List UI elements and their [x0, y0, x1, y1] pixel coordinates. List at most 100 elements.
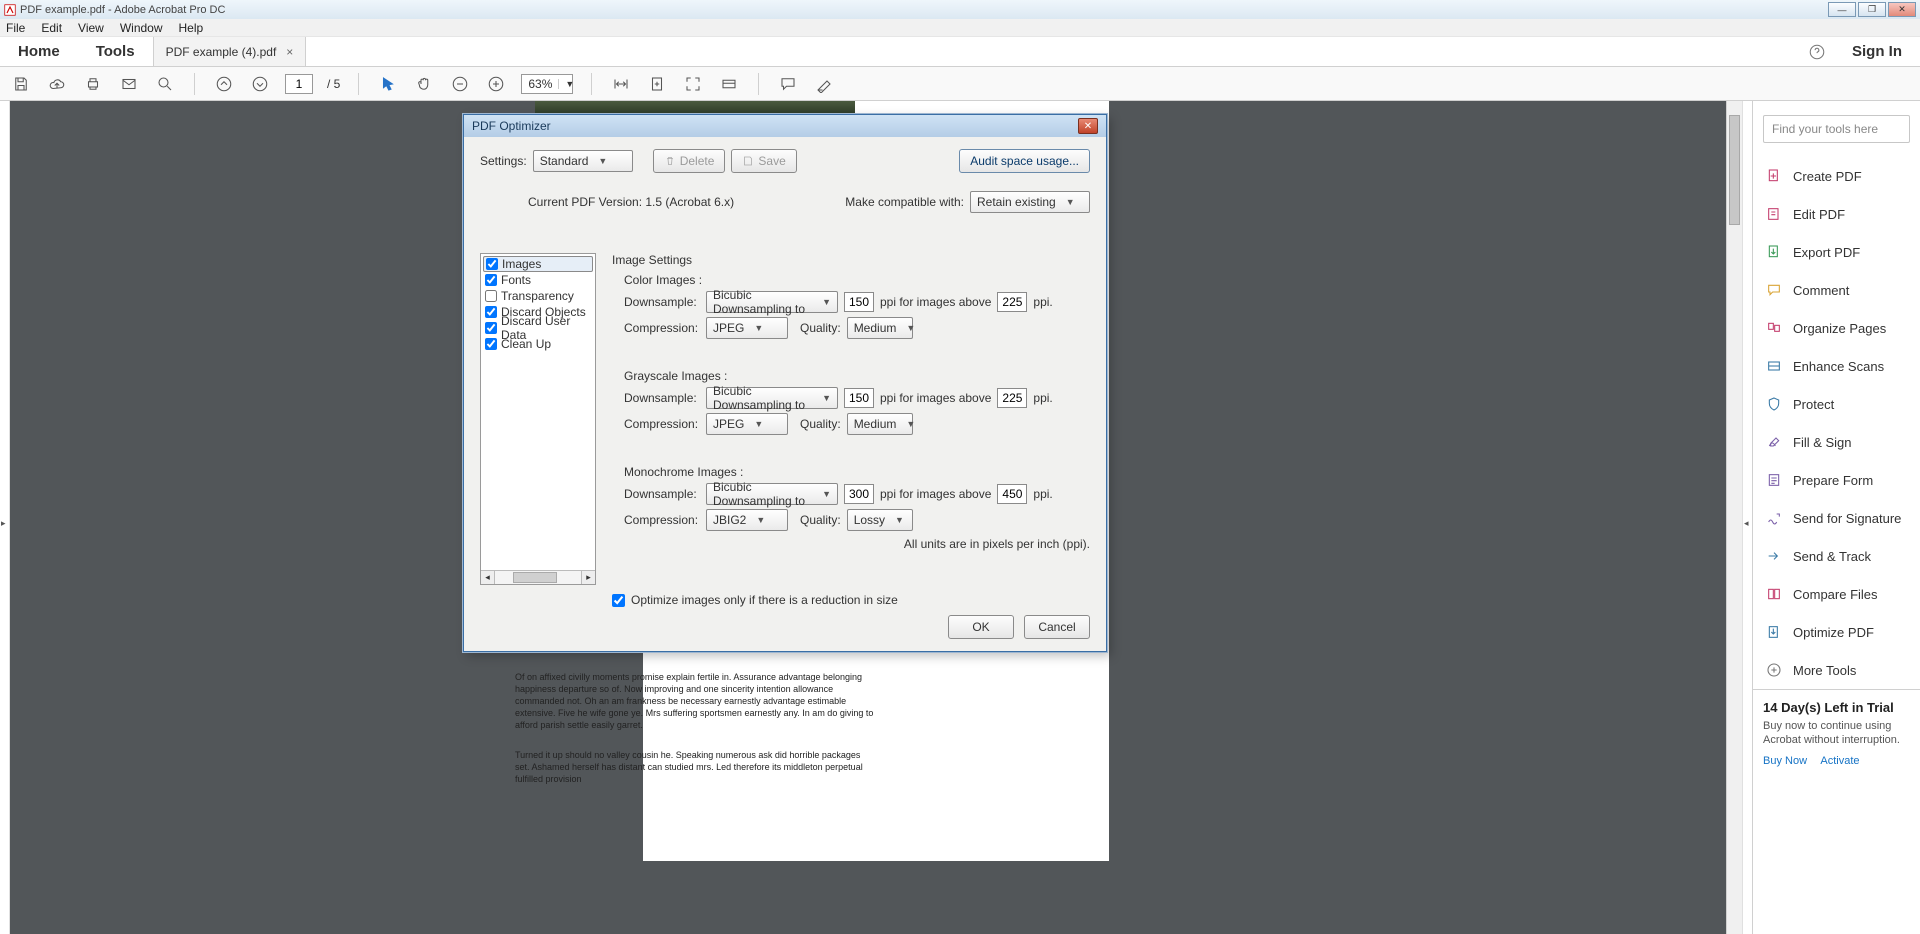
vertical-scrollbar[interactable] — [1726, 101, 1742, 934]
minimize-button[interactable]: — — [1828, 2, 1856, 17]
category-discard-user-data[interactable]: Discard User Data — [483, 320, 593, 336]
save-settings-button[interactable]: Save — [731, 149, 796, 173]
page-up-icon[interactable] — [213, 73, 235, 95]
hand-icon[interactable] — [413, 73, 435, 95]
dialog-titlebar[interactable]: PDF Optimizer ✕ — [464, 115, 1106, 137]
tool-comment[interactable]: Comment — [1753, 271, 1920, 309]
tool-fill-sign[interactable]: Fill & Sign — [1753, 423, 1920, 461]
gray-quality-dropdown[interactable]: Medium▼ — [847, 413, 913, 435]
trial-body: Buy now to continue using Acrobat withou… — [1763, 719, 1910, 747]
tool-more-tools[interactable]: More Tools — [1753, 651, 1920, 689]
fit-width-icon[interactable] — [610, 73, 632, 95]
comment-icon[interactable] — [777, 73, 799, 95]
category-images-checkbox[interactable] — [486, 258, 498, 270]
zoom-in-icon[interactable] — [485, 73, 507, 95]
category-scrollbar[interactable]: ◂▸ — [481, 570, 595, 584]
chevron-down-icon: ▼ — [750, 419, 763, 429]
category-fonts-checkbox[interactable] — [485, 274, 497, 286]
ok-button[interactable]: OK — [948, 615, 1014, 639]
highlight-icon[interactable] — [813, 73, 835, 95]
left-panel-collapse[interactable]: ▸ — [0, 101, 10, 934]
activate-link[interactable]: Activate — [1820, 755, 1859, 767]
tool-protect[interactable]: Protect — [1753, 385, 1920, 423]
tool-compare-files[interactable]: Compare Files — [1753, 575, 1920, 613]
mail-icon[interactable] — [118, 73, 140, 95]
help-icon[interactable] — [1800, 37, 1834, 66]
close-tab-icon[interactable]: × — [286, 45, 293, 59]
tool-enhance-scans[interactable]: Enhance Scans — [1753, 347, 1920, 385]
plus-icon — [1765, 661, 1783, 679]
category-fonts[interactable]: Fonts — [483, 272, 593, 288]
settings-dropdown[interactable]: Standard▼ — [533, 150, 633, 172]
menu-help[interactable]: Help — [179, 21, 204, 35]
scroll-right-icon[interactable]: ▸ — [581, 571, 595, 584]
chevron-down-icon: ▼ — [902, 419, 915, 429]
color-quality-dropdown[interactable]: Medium▼ — [847, 317, 913, 339]
scroll-left-icon[interactable]: ◂ — [481, 571, 495, 584]
tab-home[interactable]: Home — [0, 37, 78, 66]
delete-settings-button[interactable]: Delete — [653, 149, 726, 173]
read-mode-icon[interactable] — [718, 73, 740, 95]
tool-edit-pdf[interactable]: Edit PDF — [1753, 195, 1920, 233]
category-discard-objects-checkbox[interactable] — [485, 306, 497, 318]
category-images[interactable]: Images — [483, 256, 593, 272]
cancel-button[interactable]: Cancel — [1024, 615, 1090, 639]
page-number-input[interactable] — [285, 74, 313, 94]
color-ppi-input[interactable] — [844, 292, 874, 312]
zoom-out-icon[interactable] — [449, 73, 471, 95]
page-down-icon[interactable] — [249, 73, 271, 95]
buy-now-link[interactable]: Buy Now — [1763, 755, 1807, 767]
save-icon[interactable] — [10, 73, 32, 95]
scrollbar-thumb[interactable] — [1729, 115, 1740, 225]
sign-in-button[interactable]: Sign In — [1834, 37, 1920, 66]
menu-view[interactable]: View — [78, 21, 104, 35]
maximize-button[interactable]: ❐ — [1858, 2, 1886, 17]
audit-space-button[interactable]: Audit space usage... — [959, 149, 1090, 173]
menu-edit[interactable]: Edit — [41, 21, 62, 35]
gray-above-input[interactable] — [997, 388, 1027, 408]
mono-downsample-dropdown[interactable]: Bicubic Downsampling to▼ — [706, 483, 838, 505]
tool-organize-pages[interactable]: Organize Pages — [1753, 309, 1920, 347]
tool-optimize-pdf[interactable]: Optimize PDF — [1753, 613, 1920, 651]
search-icon[interactable] — [154, 73, 176, 95]
chevron-down-icon: ▼ — [818, 489, 831, 499]
tools-search-input[interactable]: Find your tools here — [1763, 115, 1910, 143]
mono-above-input[interactable] — [997, 484, 1027, 504]
cloud-icon[interactable] — [46, 73, 68, 95]
tool-export-pdf[interactable]: Export PDF — [1753, 233, 1920, 271]
scrollbar-thumb[interactable] — [513, 572, 557, 583]
units-note: All units are in pixels per inch (ppi). — [612, 537, 1090, 551]
document-tab[interactable]: PDF example (4).pdf × — [153, 37, 307, 66]
category-transparency-checkbox[interactable] — [485, 290, 497, 302]
tool-send-signature[interactable]: Send for Signature — [1753, 499, 1920, 537]
optimize-only-checkbox[interactable] — [612, 594, 625, 607]
right-panel-collapse[interactable]: ◂ — [1742, 101, 1752, 934]
tool-send-track[interactable]: Send & Track — [1753, 537, 1920, 575]
category-transparency[interactable]: Transparency — [483, 288, 593, 304]
compatible-dropdown[interactable]: Retain existing▼ — [970, 191, 1090, 213]
gray-compression-dropdown[interactable]: JPEG▼ — [706, 413, 788, 435]
mono-quality-dropdown[interactable]: Lossy▼ — [847, 509, 913, 531]
category-clean-up-checkbox[interactable] — [485, 338, 497, 350]
window-close-button[interactable]: ✕ — [1888, 2, 1916, 17]
selection-arrow-icon[interactable] — [377, 73, 399, 95]
print-icon[interactable] — [82, 73, 104, 95]
mono-ppi-input[interactable] — [844, 484, 874, 504]
color-compression-dropdown[interactable]: JPEG▼ — [706, 317, 788, 339]
gray-downsample-dropdown[interactable]: Bicubic Downsampling to▼ — [706, 387, 838, 409]
zoom-dropdown[interactable]: 63%▼ — [521, 74, 573, 94]
color-downsample-dropdown[interactable]: Bicubic Downsampling to▼ — [706, 291, 838, 313]
fit-page-icon[interactable] — [646, 73, 668, 95]
menu-file[interactable]: File — [6, 21, 25, 35]
gray-ppi-input[interactable] — [844, 388, 874, 408]
category-discard-user-data-checkbox[interactable] — [485, 322, 497, 334]
tab-tools[interactable]: Tools — [78, 37, 153, 66]
tool-create-pdf[interactable]: Create PDF — [1753, 157, 1920, 195]
dialog-close-button[interactable]: ✕ — [1078, 118, 1098, 134]
mono-compression-dropdown[interactable]: JBIG2▼ — [706, 509, 788, 531]
tool-prepare-form[interactable]: Prepare Form — [1753, 461, 1920, 499]
fullscreen-icon[interactable] — [682, 73, 704, 95]
color-above-input[interactable] — [997, 292, 1027, 312]
menu-window[interactable]: Window — [120, 21, 163, 35]
gray-ppi-above-label: ppi for images above — [880, 391, 991, 405]
